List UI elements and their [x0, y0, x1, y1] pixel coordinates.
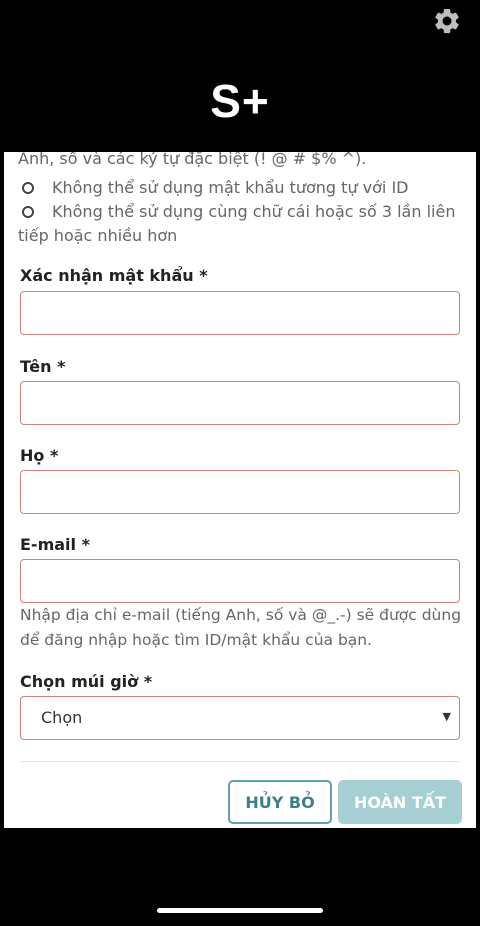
confirm-password-label: Xác nhận mật khẩu * [20, 266, 208, 285]
divider [20, 761, 460, 762]
email-input[interactable] [20, 559, 460, 603]
done-button[interactable]: HOÀN TẤT [338, 780, 462, 824]
signup-form-sheet: Anh, số và các ký tự đặc biệt (! @ # $% … [4, 152, 476, 828]
timezone-label: Chọn múi giờ * [20, 672, 153, 691]
home-indicator [157, 908, 323, 913]
password-rule-item: Không thể sử dụng mật khẩu tương tự với … [18, 176, 462, 200]
gear-icon[interactable] [432, 6, 462, 36]
last-name-label: Họ * [20, 446, 59, 465]
app-header: S+ [0, 0, 480, 152]
timezone-select[interactable]: Chọn ▼ [20, 696, 460, 740]
password-rule-item: Không thể sử dụng cùng chữ cái hoặc số 3… [18, 202, 456, 245]
timezone-selected-value: Chọn [41, 708, 83, 727]
email-hint: Nhập địa chỉ e-mail (tiếng Anh, số và @_… [20, 606, 462, 649]
first-name-input[interactable] [20, 381, 460, 425]
confirm-password-input[interactable] [20, 291, 460, 335]
password-rule-partial: Anh, số và các ký tự đặc biệt (! @ # $% … [18, 152, 367, 168]
rule-bullet-icon [22, 206, 34, 218]
app-logo: S+ [210, 75, 270, 127]
dropdown-arrow-icon: ▼ [442, 710, 451, 723]
rule-bullet-icon [22, 182, 34, 194]
last-name-input[interactable] [20, 470, 460, 514]
cancel-button[interactable]: HỦY BỎ [228, 780, 332, 824]
first-name-label: Tên * [20, 357, 66, 376]
email-label: E-mail * [20, 535, 90, 554]
